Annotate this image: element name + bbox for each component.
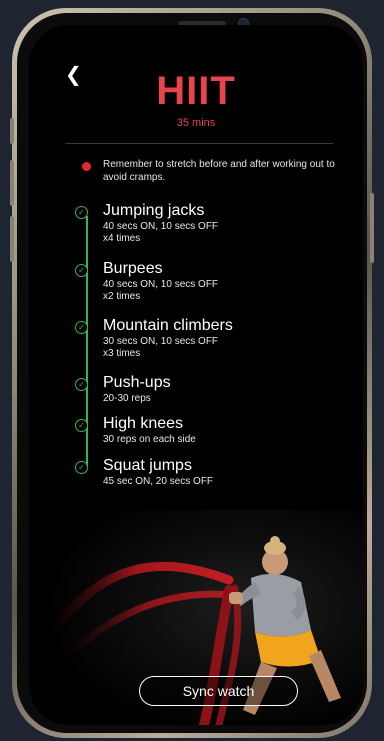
header-divider: [65, 143, 333, 144]
check-icon: ✓: [75, 461, 88, 474]
check-icon: ✓: [75, 321, 88, 334]
alert-dot-icon: [82, 162, 91, 171]
exercise-name: High knees: [103, 415, 184, 432]
phone-frame: ❮ HIIT 35 mins Remember to stretch befor…: [10, 8, 374, 738]
exercise-repeat: x4 times: [103, 233, 141, 244]
check-icon: ✓: [75, 378, 88, 391]
exercise-timing: 30 secs ON, 10 secs OFF: [103, 336, 219, 347]
side-button-power: [370, 193, 374, 263]
reminder-text: Remember to stretch before and after wor…: [103, 159, 335, 183]
exercise-timing: 20-30 reps: [103, 393, 151, 404]
exercise-timing: 45 sec ON, 20 secs OFF: [103, 476, 214, 487]
exercise-timing: 30 reps on each side: [103, 434, 196, 445]
exercise-name: Mountain climbers: [103, 317, 233, 334]
exercise-repeat: x3 times: [103, 348, 141, 359]
exercise-name: Squat jumps: [103, 457, 192, 474]
exercise-timing: 40 secs ON, 10 secs OFF: [103, 221, 219, 232]
workout-duration: 35 mins: [176, 117, 216, 129]
exercise-name: Push-ups: [103, 374, 171, 391]
exercise-name: Jumping jacks: [103, 202, 205, 219]
exercise-repeat: x2 times: [103, 291, 141, 302]
exercise-name: Burpees: [103, 260, 163, 277]
side-button-volume-down: [10, 216, 14, 262]
page-title: HIIT: [156, 69, 236, 113]
app-screen: ❮ HIIT 35 mins Remember to stretch befor…: [29, 25, 363, 725]
sync-watch-button[interactable]: Sync watch: [139, 676, 298, 706]
side-button-volume-up: [10, 160, 14, 206]
check-icon: ✓: [75, 419, 88, 432]
check-icon: ✓: [75, 264, 88, 277]
side-button-mute: [10, 118, 14, 144]
exercise-timing: 40 secs ON, 10 secs OFF: [103, 279, 219, 290]
check-icon: ✓: [75, 206, 88, 219]
